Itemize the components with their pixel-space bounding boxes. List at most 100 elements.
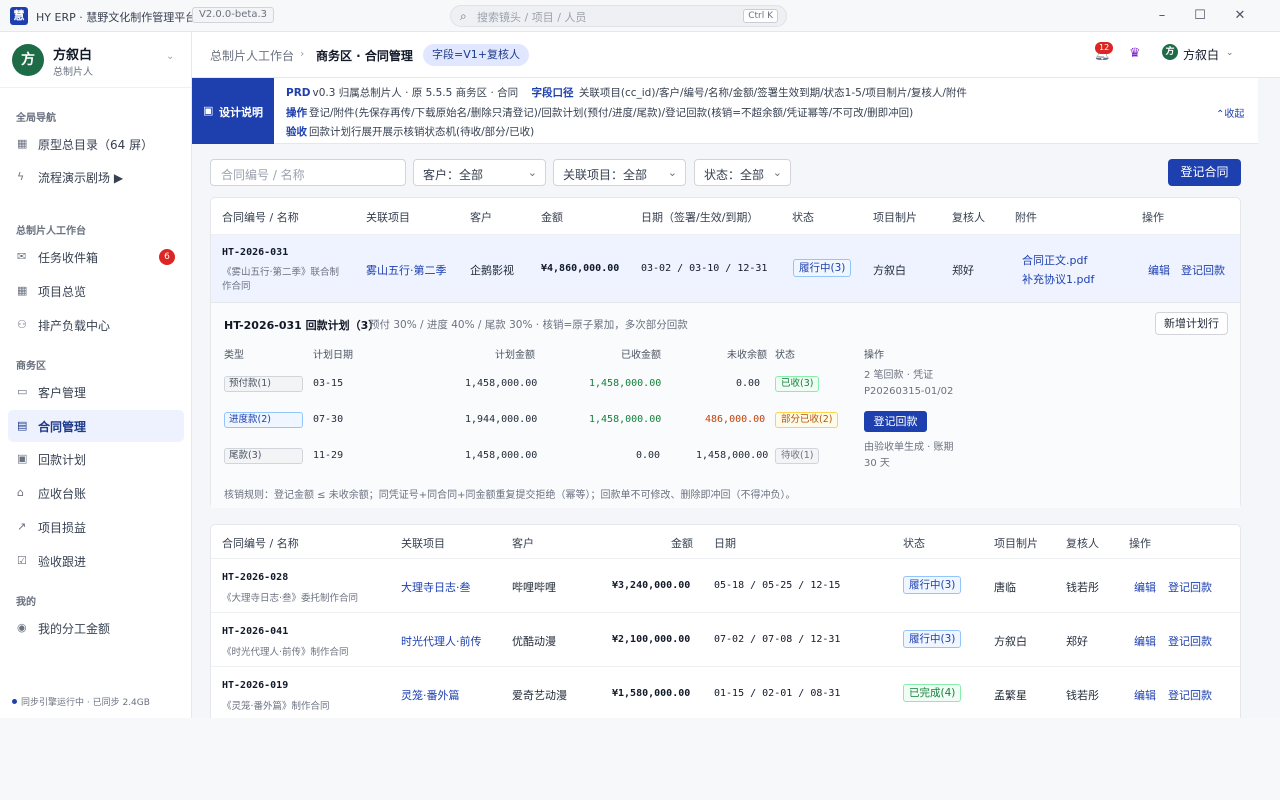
grid-icon: ▦	[17, 137, 28, 150]
column-header: 项目制片	[873, 211, 917, 224]
customer-filter-select[interactable]: 客户：全部 ⌄	[413, 159, 546, 186]
chevron-down-icon: ⌄	[527, 166, 537, 179]
table-row[interactable]: HT-2026-028 《大理寺日志·叁》委托制作合同 大理寺日志·叁 哔哩哔哩…	[211, 558, 1240, 612]
sidebar-item-contracts[interactable]: ▤ 合同管理	[8, 410, 184, 442]
contract-name: 《雾山五行·第二季》联合制作合同	[222, 267, 340, 292]
plan-op-note: 2 笔回款 · 凭证 P20260315-01/02	[864, 370, 954, 397]
sync-status-text: 同步引擎运行中 · 已同步 2.4GB	[21, 698, 150, 708]
sidebar-item-projects[interactable]: ▦ 项目总览	[8, 275, 184, 307]
contract-id: HT-2026-041	[222, 626, 289, 637]
customer-icon: ▭	[17, 385, 28, 398]
status-dot	[12, 699, 17, 704]
sidebar-item-profit[interactable]: ↗ 项目损益	[8, 511, 184, 543]
contract-search-input[interactable]: 合同编号 / 名称	[210, 159, 406, 186]
chevron-down-icon[interactable]: ⌄	[1226, 48, 1234, 58]
contract-name: 《大理寺日志·叁》委托制作合同	[222, 593, 359, 604]
notes-icon: ▣	[203, 104, 214, 117]
reviewer-name: 钱若彤	[1066, 581, 1099, 594]
sidebar-item-label: 项目总览	[38, 285, 87, 299]
sidebar-item-acceptance[interactable]: ☑ 验收跟进	[8, 545, 184, 577]
plan-column-header: 计划金额	[495, 350, 535, 361]
project-filter-select[interactable]: 关联项目：全部 ⌄	[553, 159, 686, 186]
contract-amount: ¥4,860,000.00	[541, 263, 620, 274]
trend-icon: ↗	[17, 520, 27, 533]
plan-column-header: 状态	[775, 350, 795, 361]
register-payment-button[interactable]: 登记回款	[1168, 687, 1212, 703]
contract-icon: ▤	[17, 419, 28, 432]
register-payment-button[interactable]: 登记回款	[1168, 633, 1212, 649]
attachment-link[interactable]: 合同正文.pdf	[1022, 252, 1087, 268]
banner-line-ops: 操作 登记/附件(先保存再传/下载原始名/删除只清登记)/回款计划(预付/进度/尾…	[286, 107, 914, 119]
search-shortcut: Ctrl K	[743, 9, 778, 23]
payment-plan-panel: HT-2026-031 回款计划（3） 预付 30% / 进度 40% / 尾款…	[211, 302, 1240, 508]
chevron-down-icon: ⌄	[166, 51, 175, 62]
reviewer-name: 钱若彤	[1066, 689, 1099, 702]
plan-column-header: 类型	[224, 350, 244, 361]
column-header: 关联项目	[401, 537, 445, 550]
plan-amount: 1,944,000.00	[465, 414, 538, 425]
nav-section-title: 全局导航	[16, 113, 56, 124]
project-link[interactable]: 雾山五行·第二季	[366, 262, 447, 278]
table-row[interactable]: HT-2026-041 《时光代理人·前传》制作合同 时光代理人·前传 优酷动漫…	[211, 612, 1240, 666]
breadcrumb-parent[interactable]: 总制片人工作台	[210, 47, 294, 64]
title-bar: 慧 HY ERP · 慧野文化制作管理平台 V2.0.0-beta.3 ⌕ 搜索…	[0, 0, 1280, 32]
register-payment-button[interactable]: 登记回款	[864, 411, 927, 432]
chevron-down-icon: ⌄	[772, 166, 782, 179]
status-filter-select[interactable]: 状态：全部 ⌄	[694, 159, 791, 186]
user-card[interactable]: 方 方叙白 总制片人 ⌄	[0, 32, 191, 88]
plan-date: 11-29	[313, 450, 344, 461]
robot-icon[interactable]: ♛	[1129, 46, 1141, 61]
sidebar-item-inbox[interactable]: ✉ 任务收件箱 6	[8, 241, 184, 273]
contract-table-expanded: 合同编号 / 名称 关联项目 客户 金额 日期（签署/生效/到期） 状态 项目制…	[210, 197, 1241, 508]
sidebar-item-payment-plans[interactable]: ▣ 回款计划	[8, 443, 184, 475]
column-header: 合同编号 / 名称	[222, 537, 299, 550]
register-payment-button[interactable]: 登记回款	[1168, 579, 1212, 595]
register-payment-button[interactable]: 登记回款	[1181, 262, 1225, 278]
maximize-icon[interactable]: ☐	[1190, 6, 1210, 26]
payment-plan-title: HT-2026-031 回款计划（3）	[224, 319, 380, 332]
project-link[interactable]: 灵笼·番外篇	[401, 687, 460, 703]
sidebar-item-catalog[interactable]: ▦ 原型总目录（64 屏）	[8, 128, 184, 160]
header-avatar[interactable]: 方	[1162, 44, 1178, 60]
attachment-link[interactable]: 补充协议1.pdf	[1022, 271, 1094, 287]
edit-button[interactable]: 编辑	[1134, 633, 1156, 649]
table-row-selected[interactable]: HT-2026-031 《雾山五行·第二季》联合制作合同 雾山五行·第二季 企鹅…	[211, 234, 1240, 302]
sidebar-item-demo[interactable]: ϟ 流程演示剧场 ▶	[8, 161, 184, 193]
column-header: 客户	[470, 211, 492, 224]
sidebar-item-receivables[interactable]: ⌂ 应收台账	[8, 477, 184, 509]
table-row[interactable]: HT-2026-019 《灵笼·番外篇》制作合同 灵笼·番外篇 爱奇艺动漫 ¥1…	[211, 666, 1240, 720]
sidebar-item-customers[interactable]: ▭ 客户管理	[8, 376, 184, 408]
customer-name: 哔哩哔哩	[512, 581, 556, 594]
customer-name: 爱奇艺动漫	[512, 689, 567, 702]
avatar: 方	[12, 44, 44, 76]
remaining-amount: 486,000.00	[705, 414, 766, 425]
users-icon: ⚇	[17, 318, 27, 331]
customer-name: 优酷动漫	[512, 635, 556, 648]
edit-button[interactable]: 编辑	[1134, 687, 1156, 703]
edit-button[interactable]: 编辑	[1134, 579, 1156, 595]
sidebar-item-label: 原型总目录（64 屏）	[38, 138, 154, 152]
project-link[interactable]: 大理寺日志·叁	[401, 579, 471, 595]
add-plan-row-button[interactable]: 新增计划行	[1155, 312, 1228, 335]
project-link[interactable]: 时光代理人·前传	[401, 633, 482, 649]
global-search[interactable]: ⌕ 搜索镜头 / 项目 / 人员 Ctrl K	[450, 5, 787, 27]
sidebar-item-label: 客户管理	[38, 386, 87, 400]
sidebar-item-schedule[interactable]: ⚇ 排产负载中心	[8, 309, 184, 341]
plan-op-note: 由验收单生成 · 账期 30 天	[864, 442, 954, 469]
minimize-icon[interactable]: –	[1152, 6, 1172, 26]
close-icon[interactable]: ✕	[1230, 6, 1250, 26]
plan-amount: 1,458,000.00	[465, 378, 538, 389]
remaining-amount: 0.00	[736, 378, 761, 389]
app-title: HY ERP · 慧野文化制作管理平台	[36, 11, 197, 24]
plan-date: 03-15	[313, 378, 344, 389]
sidebar-item-label: 项目损益	[38, 521, 87, 535]
status-badge: 已完成(4)	[903, 684, 962, 702]
header-user-name[interactable]: 方叙白	[1183, 46, 1219, 63]
edit-button[interactable]: 编辑	[1148, 262, 1170, 278]
search-icon: ⌕	[460, 9, 467, 23]
sidebar-item-my-amount[interactable]: ◉ 我的分工金额	[8, 612, 184, 644]
add-contract-button[interactable]: 登记合同	[1168, 159, 1241, 186]
column-header: 金额	[541, 211, 563, 224]
contract-name: 《时光代理人·前传》制作合同	[222, 647, 349, 658]
collapse-button[interactable]: ⌃收起	[1216, 105, 1244, 120]
